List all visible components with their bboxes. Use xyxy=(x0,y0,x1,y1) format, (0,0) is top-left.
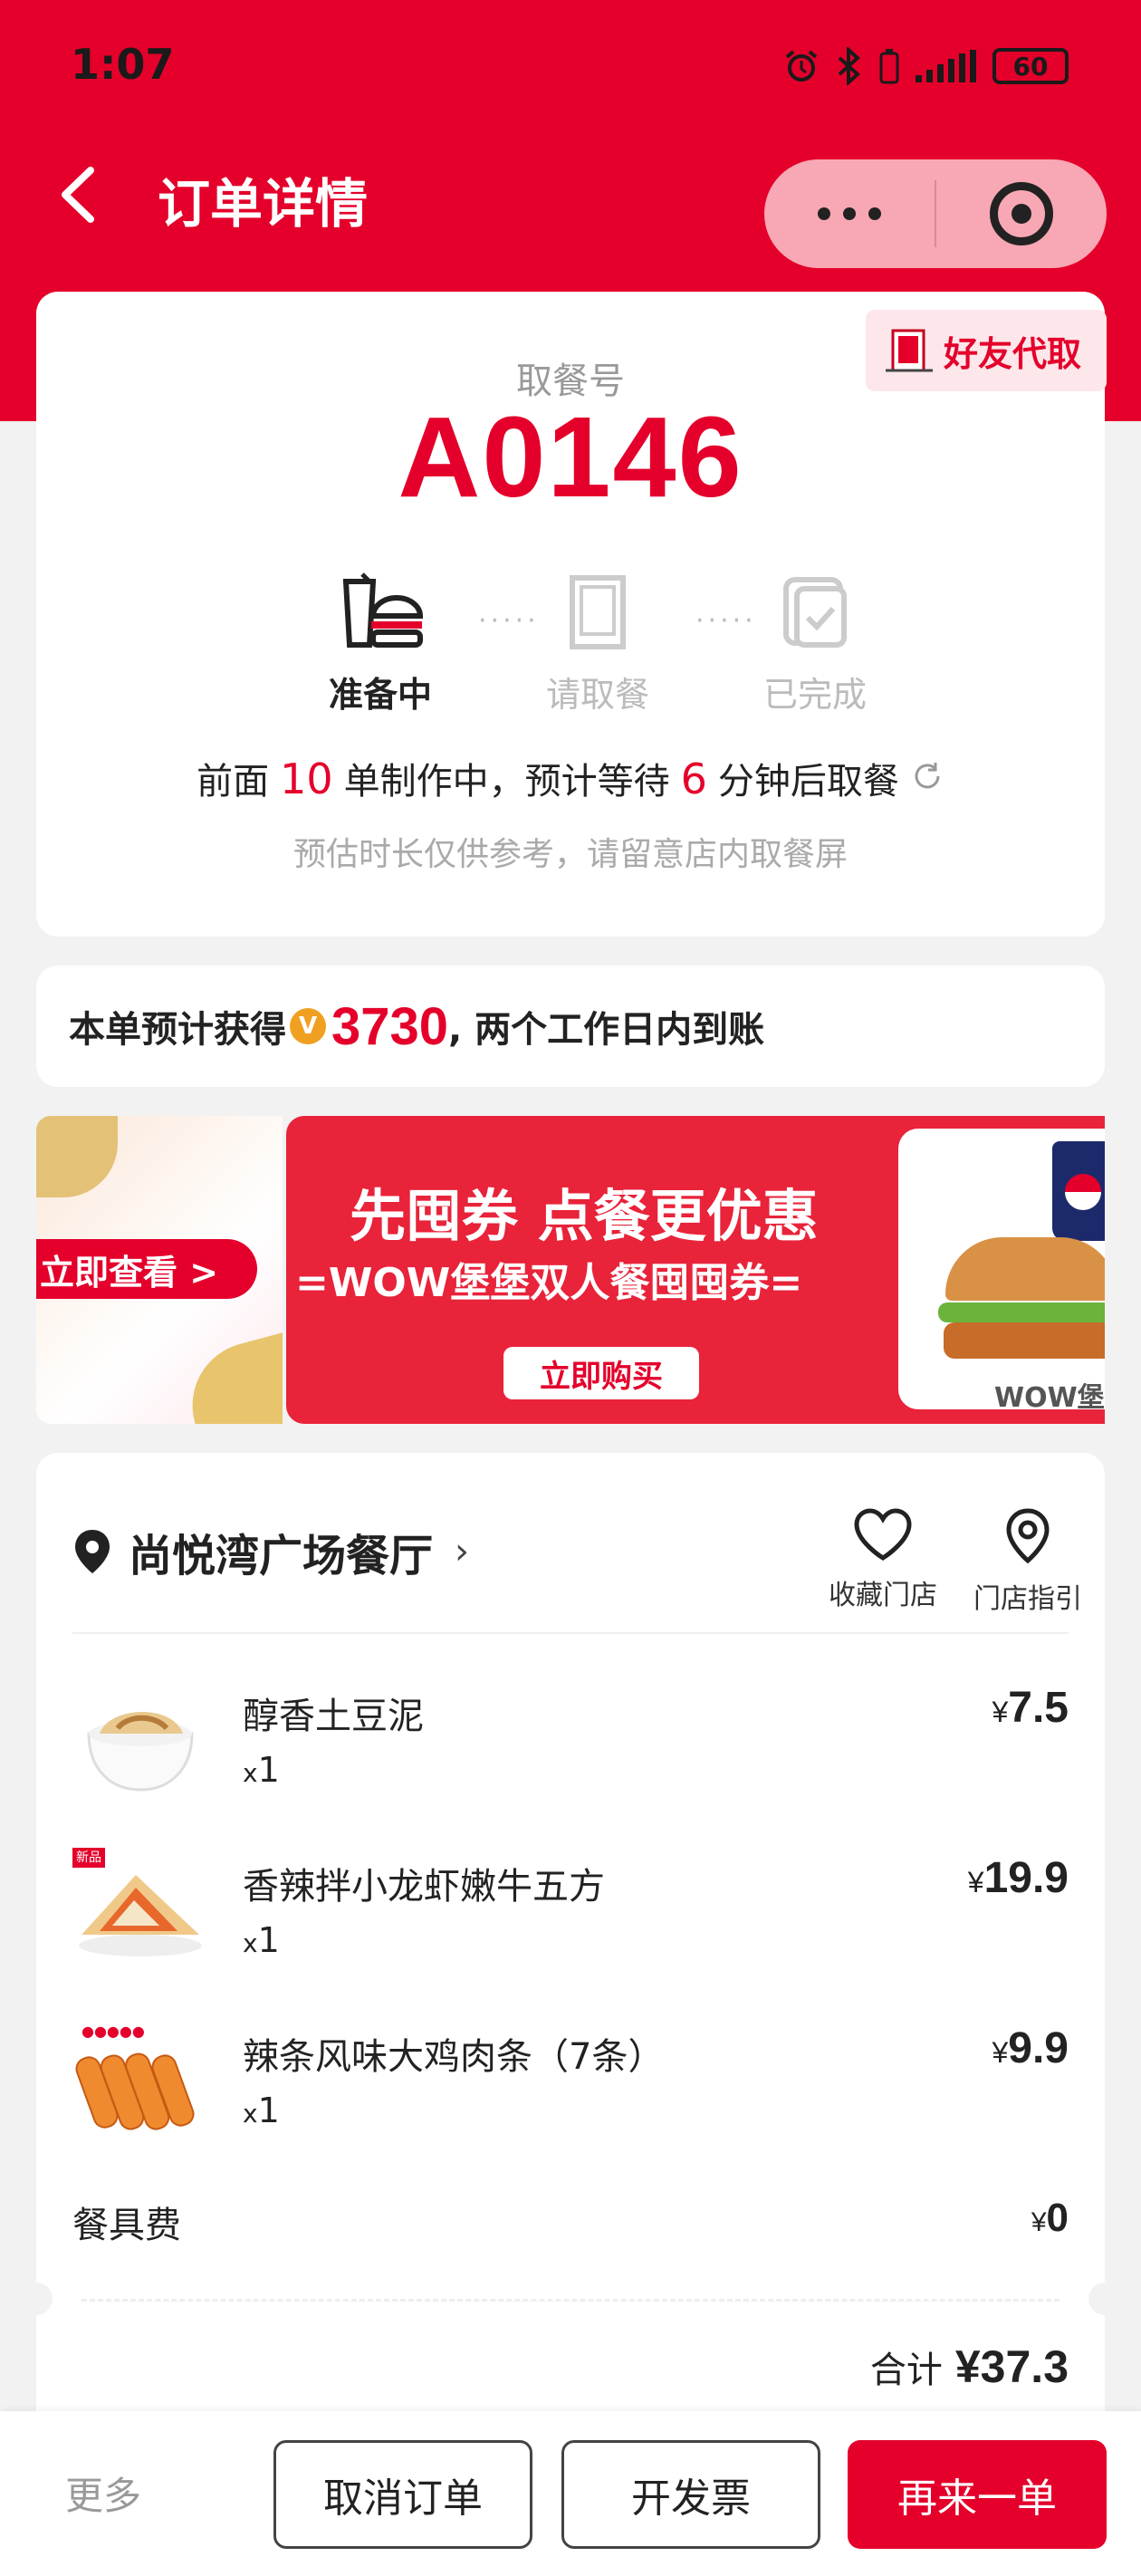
status-icons: 60 xyxy=(783,47,1069,85)
more-button[interactable]: 更多 xyxy=(65,2465,141,2521)
total-amount: ¥37.3 xyxy=(954,2341,1069,2392)
store-guide-label: 门店指引 xyxy=(973,1583,1082,1615)
view-now-button[interactable]: 立即查看 > xyxy=(36,1239,257,1299)
total-label: 合计 xyxy=(869,2350,943,2391)
store-name: 尚悦湾广场餐厅 xyxy=(129,1531,434,1581)
order-item: ●●●●● 辣条风味大鸡肉条（7条） x1 ¥9.9 xyxy=(72,2018,1069,2154)
burger-lettuce xyxy=(938,1302,1105,1322)
step-completed: 已完成 xyxy=(743,572,887,716)
step-label: 已完成 xyxy=(762,675,867,715)
fee-label: 餐具费 xyxy=(72,2205,181,2246)
burger-product-image xyxy=(898,1129,1105,1409)
points-value: 3730 xyxy=(331,996,449,1056)
queue-middle: 单制作中，预计等待 xyxy=(343,761,670,803)
banner-headline: 先囤券 点餐更优惠 xyxy=(350,1183,819,1249)
queue-prefix: 前面 xyxy=(197,761,270,803)
order-item: 新品 香辣拌小龙虾嫩牛五方 x1 ¥19.9 xyxy=(72,1848,1069,1984)
reorder-button[interactable]: 再来一单 xyxy=(848,2440,1107,2549)
favorite-store-label: 收藏门店 xyxy=(829,1580,937,1611)
chevron-right-icon: › xyxy=(455,1531,470,1572)
bottom-action-bar: 更多 取消订单 开发票 再来一单 xyxy=(0,2411,1141,2576)
invoice-button[interactable]: 开发票 xyxy=(561,2440,820,2549)
completed-check-icon xyxy=(783,577,847,648)
banner-subline: =WOW堡堡双人餐囤囤券= xyxy=(295,1260,803,1306)
divider xyxy=(72,1632,1069,1634)
order-total: 合计 ¥37.3 xyxy=(870,2341,1069,2393)
refresh-icon[interactable] xyxy=(910,759,944,793)
order-item: 醇香土豆泥 x1 ¥7.5 xyxy=(72,1677,1069,1813)
estimate-note: 预估时长仅供参考，请留意店内取餐屏 xyxy=(292,836,848,873)
status-time: 1:07 xyxy=(71,40,175,89)
item-quantity: x1 xyxy=(243,2091,280,2130)
gold-coin-decoration xyxy=(36,1116,118,1197)
back-arrow-icon[interactable] xyxy=(54,163,100,226)
item-name: 辣条风味大鸡肉条（7条） xyxy=(243,2036,665,2078)
points-card: 本单预计获得 V 3730 , 两个工作日内到账 xyxy=(36,966,1105,1087)
queue-status: 前面 10 单制作中，预计等待 6 分钟后取餐 xyxy=(36,752,1105,804)
location-icon xyxy=(75,1530,110,1573)
item-name: 香辣拌小龙虾嫩牛五方 xyxy=(243,1866,605,1908)
item-quantity: x1 xyxy=(243,1920,280,1960)
points-prefix: 本单预计获得 xyxy=(69,1009,286,1051)
page-title: 订单详情 xyxy=(158,173,369,235)
points-suffix: , 两个工作日内到账 xyxy=(448,1009,765,1051)
mashed-potato-image xyxy=(87,1711,194,1792)
burger-patty xyxy=(944,1322,1105,1359)
pickup-card: 好友代取 取餐号 A0146 准备中 ····· 请取餐 ····· 已完成 前… xyxy=(36,292,1107,937)
cancel-order-button[interactable]: 取消订单 xyxy=(273,2440,532,2549)
pepsi-cup xyxy=(1052,1141,1105,1241)
store-row: 尚悦湾广场餐厅 › 收藏门店 门店指引 xyxy=(72,1507,1082,1615)
close-miniprogram-button[interactable] xyxy=(936,159,1107,268)
buy-now-button[interactable]: 立即购买 xyxy=(503,1347,699,1399)
item-price: ¥19.9 xyxy=(967,1854,1069,1902)
miniprogram-capsule xyxy=(764,159,1107,268)
orders-ahead-count: 10 xyxy=(280,755,333,803)
location-pin-icon xyxy=(1006,1508,1050,1564)
signal-icon xyxy=(916,50,976,82)
more-options-button[interactable] xyxy=(764,159,935,268)
ticket-notch xyxy=(1088,2283,1121,2315)
store-link[interactable]: 尚悦湾广场餐厅 › xyxy=(72,1520,469,1583)
svg-text:●●●●●: ●●●●● xyxy=(82,2023,145,2040)
step-ready: 请取餐 xyxy=(525,572,670,716)
new-item-badge: 新品 xyxy=(72,1848,105,1868)
dashed-divider xyxy=(82,2299,1060,2302)
alarm-icon xyxy=(785,50,818,82)
ticket-notch xyxy=(20,2283,53,2315)
burger-bun xyxy=(945,1237,1105,1301)
item-price: ¥7.5 xyxy=(992,1684,1069,1732)
wait-minutes: 6 xyxy=(680,755,707,803)
favorite-store-button[interactable]: 收藏门店 xyxy=(824,1507,942,1612)
heart-icon xyxy=(854,1508,912,1561)
chicken-strips-image: ●●●●● xyxy=(75,2022,195,2130)
step-label: 请取餐 xyxy=(545,675,649,715)
order-progress: 准备中 ····· 请取餐 ····· 已完成 xyxy=(308,572,887,717)
queue-suffix: 分钟后取餐 xyxy=(717,761,899,803)
fee-value: ¥0 xyxy=(1031,2196,1069,2240)
item-quantity: x1 xyxy=(243,1750,280,1790)
v-coin-icon: V xyxy=(290,1008,326,1044)
store-guide-button[interactable]: 门店指引 xyxy=(969,1507,1087,1616)
gold-coin-decoration xyxy=(177,1327,283,1424)
product-label: WOW堡 xyxy=(994,1382,1105,1414)
bluetooth-icon xyxy=(838,47,860,85)
step-preparing: 准备中 xyxy=(308,572,453,716)
burger-drink-icon xyxy=(342,572,424,648)
status-bar: 1:07 60 xyxy=(0,0,1141,136)
kfc-bag-icon xyxy=(570,575,626,649)
promo-banner[interactable]: 先囤券 点餐更优惠 =WOW堡堡双人餐囤囤券= 立即购买 WOW堡 xyxy=(286,1116,1105,1424)
item-name: 醇香土豆泥 xyxy=(243,1696,424,1737)
step-label: 准备中 xyxy=(328,675,432,715)
promo-banner-prev[interactable]: 立即查看 > xyxy=(36,1116,283,1424)
device-battery-icon xyxy=(879,49,899,84)
utensil-fee-row: 餐具费 ¥0 xyxy=(72,2196,1069,2250)
battery-indicator: 60 xyxy=(992,48,1069,84)
target-icon xyxy=(990,182,1053,245)
pickup-number: A0146 xyxy=(398,393,743,521)
order-card: 尚悦湾广场餐厅 › 收藏门店 门店指引 醇香土豆泥 x1 ¥7.5 新品 香辣拌… xyxy=(20,1453,1121,2449)
item-price: ¥9.9 xyxy=(992,2024,1069,2072)
